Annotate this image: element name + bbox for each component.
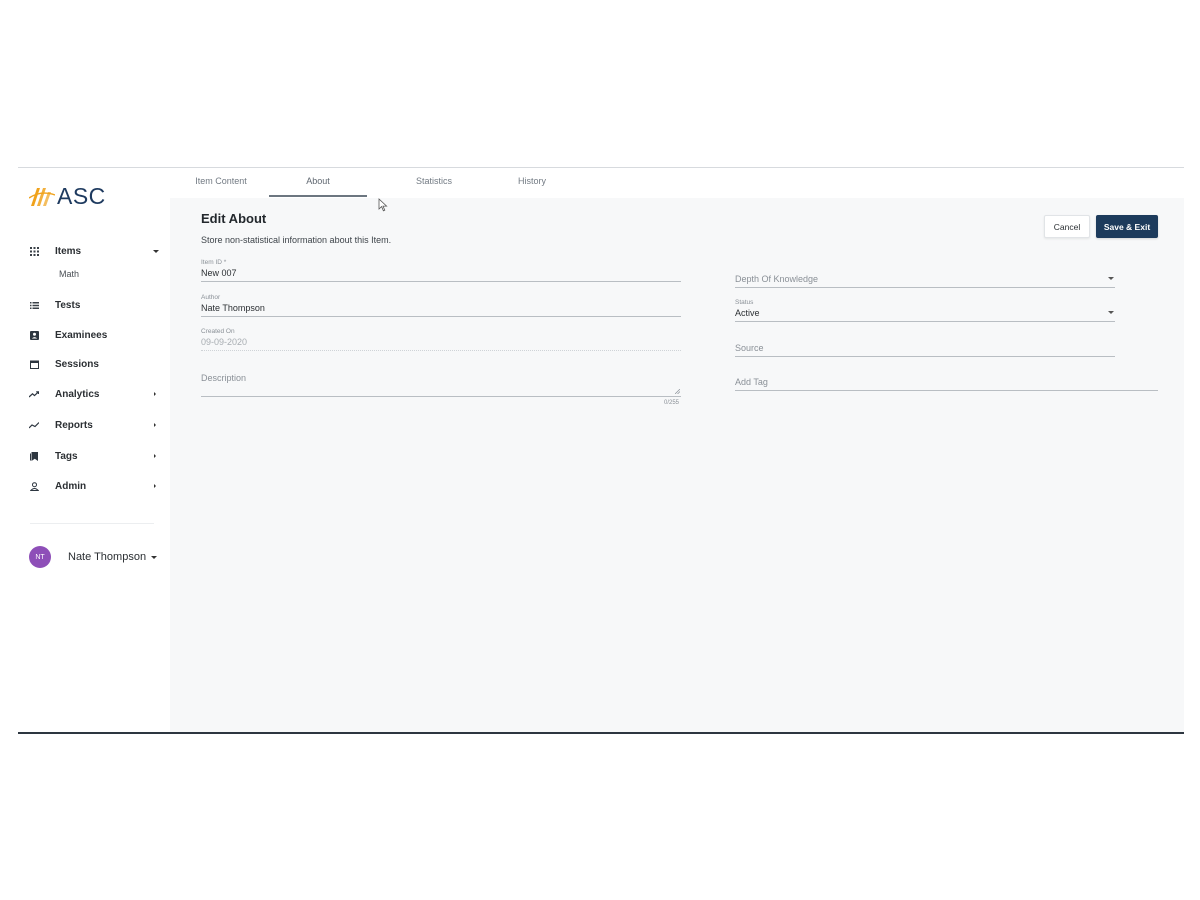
chevron-down-icon (153, 249, 159, 253)
page-subtitle: Store non-statistical information about … (201, 235, 392, 245)
sidebar-item-label: Examinees (55, 329, 108, 341)
created-on-underline (201, 350, 681, 351)
calendar-icon (29, 359, 39, 369)
sidebar-item-analytics[interactable]: Analytics (18, 383, 170, 405)
sidebar-item-examinees[interactable]: Examinees (18, 324, 170, 346)
add-tag-field[interactable]: Add Tag (735, 377, 1158, 399)
add-tag-placeholder: Add Tag (735, 377, 768, 387)
created-on-value: 09-09-2020 (201, 337, 248, 347)
page-title: Edit About (201, 211, 267, 226)
created-on-label: Created On (201, 328, 235, 335)
cancel-button[interactable]: Cancel (1044, 215, 1090, 238)
sidebar-item-reports[interactable]: Reports (18, 414, 170, 436)
grid-icon (29, 246, 39, 256)
save-exit-button[interactable]: Save & Exit (1096, 215, 1158, 238)
sidebar-divider (30, 523, 154, 524)
tab-about[interactable]: About (269, 176, 367, 186)
description-field[interactable]: Description 0/255 (201, 373, 681, 409)
status-label: Status (735, 299, 754, 306)
item-id-label: Item ID * (201, 259, 227, 266)
brand-name: ASC (57, 183, 106, 209)
description-underline (201, 396, 681, 397)
source-placeholder: Source (735, 343, 764, 353)
status-underline (735, 321, 1115, 322)
item-id-field[interactable]: Item ID * New 007 (201, 259, 681, 283)
resize-handle-icon[interactable] (675, 389, 680, 394)
person-badge-icon (29, 330, 39, 340)
trending-up-icon (29, 389, 39, 399)
author-label: Author (201, 294, 221, 301)
depth-of-knowledge-underline (735, 287, 1115, 288)
user-menu[interactable]: NT Nate Thompson (29, 546, 158, 568)
chevron-right-icon (154, 484, 156, 488)
sidebar-item-label: Items (55, 245, 82, 257)
user-name: Nate Thompson (68, 551, 147, 563)
sidebar-item-tests[interactable]: Tests (18, 294, 170, 316)
status-select[interactable]: Status Active (735, 299, 1115, 323)
logo[interactable]: ASC (29, 183, 106, 210)
main-panel: Item Content About Statistics History Ed… (170, 168, 1184, 732)
status-value: Active (735, 308, 760, 318)
sidebar-item-label: Admin (55, 480, 87, 492)
chart-line-icon (29, 420, 39, 430)
source-underline (735, 356, 1115, 357)
chevron-down-icon (1108, 277, 1114, 280)
tab-statistics[interactable]: Statistics (410, 176, 458, 186)
author-value: Nate Thompson (201, 303, 265, 313)
tag-icon (29, 451, 39, 461)
created-on-field: Created On 09-09-2020 (201, 328, 681, 352)
avatar: NT (29, 546, 51, 568)
author-field[interactable]: Author Nate Thompson (201, 294, 681, 318)
list-icon (29, 300, 39, 310)
item-id-underline (201, 281, 681, 282)
chevron-right-icon (154, 423, 156, 427)
asc-logo-icon (29, 187, 55, 206)
chevron-down-icon (1108, 311, 1114, 314)
sidebar-item-label: Sessions (55, 358, 99, 370)
item-id-value: New 007 (201, 268, 237, 278)
description-placeholder: Description (201, 373, 247, 383)
mouse-cursor-icon (378, 198, 388, 212)
chevron-right-icon (154, 392, 156, 396)
sidebar-item-label: Tags (55, 450, 78, 462)
add-tag-underline (735, 390, 1158, 391)
sidebar-item-items[interactable]: Items (18, 240, 170, 262)
tab-bar: Item Content About Statistics History (170, 168, 1184, 198)
sidebar-item-label: Reports (55, 419, 93, 431)
source-field[interactable]: Source (735, 343, 1115, 365)
chevron-right-icon (154, 454, 156, 458)
author-underline (201, 316, 681, 317)
sidebar-item-tags[interactable]: Tags (18, 445, 170, 467)
user-icon (29, 481, 39, 491)
sidebar-item-admin[interactable]: Admin (18, 475, 170, 497)
sidebar-subitem-math[interactable]: Math (59, 269, 79, 279)
sidebar-item-sessions[interactable]: Sessions (18, 353, 170, 375)
tab-history[interactable]: History (513, 176, 551, 186)
description-counter: 0/255 (664, 400, 680, 406)
tab-item-content[interactable]: Item Content (195, 176, 247, 186)
sidebar-item-label: Analytics (55, 388, 100, 400)
active-tab-indicator (269, 195, 367, 197)
sidebar-item-label: Tests (55, 299, 81, 311)
depth-of-knowledge-placeholder: Depth Of Knowledge (735, 274, 819, 284)
chevron-down-icon (151, 555, 158, 559)
sidebar: ASC Items Math Tests Examinees Sessions … (18, 168, 170, 732)
app-window: ASC Items Math Tests Examinees Sessions … (18, 167, 1184, 734)
depth-of-knowledge-select[interactable]: Depth Of Knowledge (735, 274, 1115, 296)
